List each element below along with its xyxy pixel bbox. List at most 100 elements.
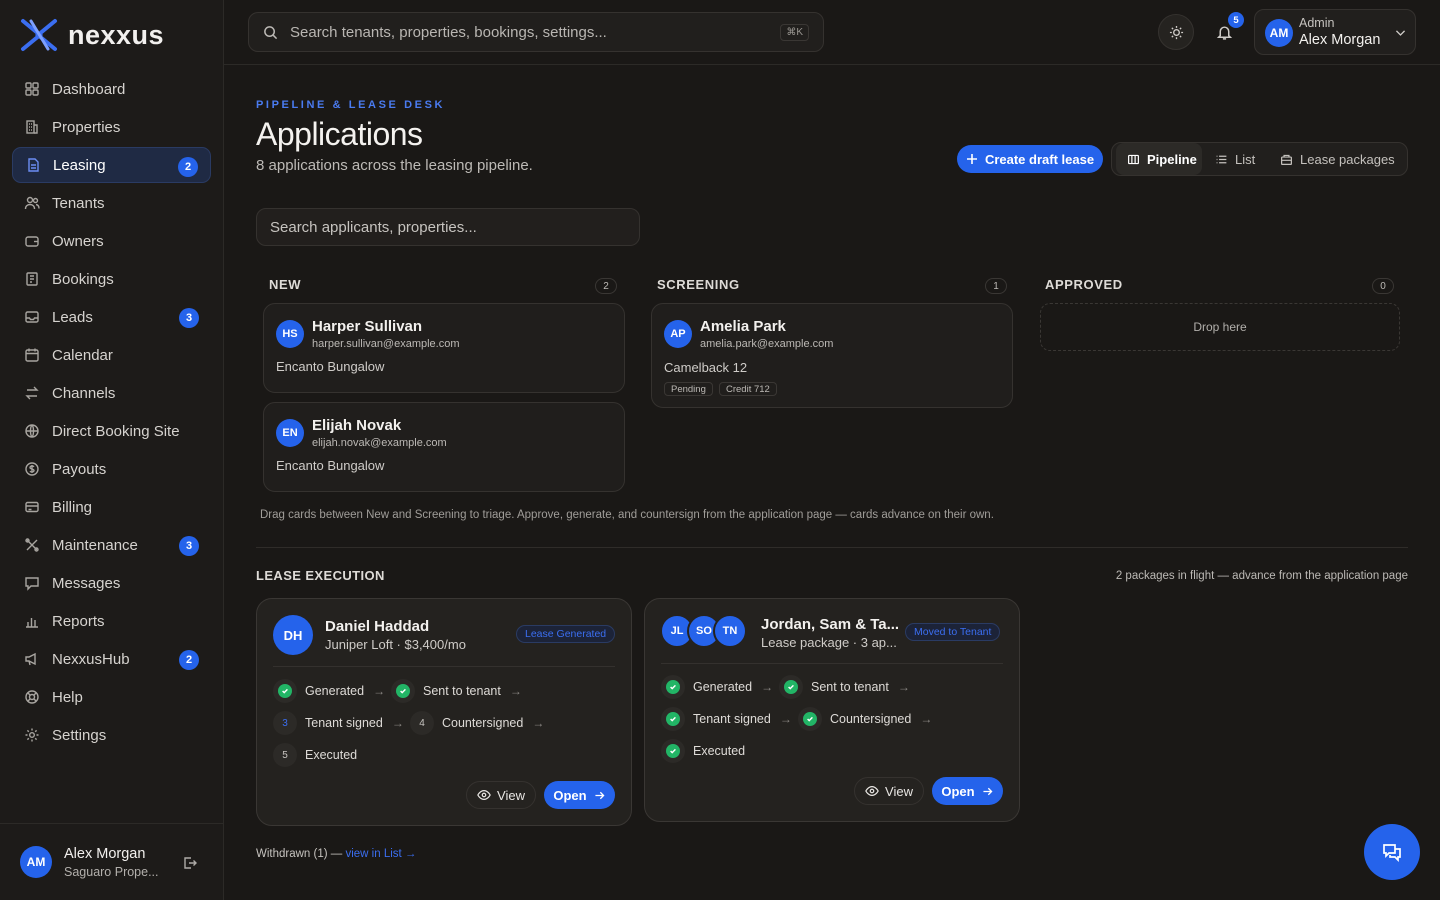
view-in-list-link[interactable]: view in List → (345, 848, 416, 860)
check-icon (784, 680, 798, 694)
sidebar-user[interactable]: AM Alex Morgan Saguaro Prope... (0, 823, 224, 900)
top-bar: Search tenants, properties, bookings, se… (224, 0, 1440, 65)
count-badge: 2 (179, 650, 199, 670)
arrow-right-icon: → (920, 712, 933, 726)
sidebar-item-settings[interactable]: Settings (12, 717, 211, 753)
count-badge: 2 (178, 157, 198, 177)
document-icon (25, 157, 41, 173)
notebook-icon (24, 271, 40, 287)
applicant-names: Jordan, Sam & Ta... (761, 616, 900, 633)
chat-support-button[interactable] (1364, 824, 1420, 880)
gear-icon (24, 727, 40, 743)
lease-package-card[interactable]: DH Daniel Haddad Juniper Loft · $3,400/m… (256, 598, 632, 826)
sidebar-item-billing[interactable]: Billing (12, 489, 211, 525)
tab-list[interactable]: List (1215, 143, 1275, 175)
arrow-right-icon: → (532, 716, 545, 730)
page-subtitle: 8 applications across the leasing pipeli… (256, 157, 533, 174)
drop-zone[interactable]: Drop here (1040, 303, 1400, 351)
view-button[interactable]: View (466, 781, 536, 809)
open-button[interactable]: Open (932, 777, 1003, 805)
avatar: AM (1265, 19, 1293, 47)
lease-package-card[interactable]: JL SO TN Jordan, Sam & Ta... Lease packa… (644, 598, 1020, 822)
sidebar-item-tenants[interactable]: Tenants (12, 185, 211, 221)
logout-icon[interactable] (182, 855, 198, 871)
avatar: AP (664, 320, 692, 348)
brand-logo[interactable]: nexxus (20, 18, 164, 52)
step-indicator (661, 707, 685, 731)
sidebar-item-label: Messages (52, 574, 121, 592)
sidebar-item-label: Help (52, 688, 83, 706)
eye-icon (477, 788, 491, 802)
step-executed: 5 Executed (273, 743, 357, 767)
application-card[interactable]: HS Harper Sullivan harper.sullivan@examp… (263, 303, 625, 393)
arrow-right-icon: → (509, 684, 522, 698)
sidebar-item-payouts[interactable]: Payouts (12, 451, 211, 487)
pipeline-hint: Drag cards between New and Screening to … (260, 509, 994, 521)
column-count: 0 (1372, 278, 1394, 294)
applicant-name: Daniel Haddad (325, 618, 430, 635)
sidebar-item-calendar[interactable]: Calendar (12, 337, 211, 373)
sidebar-item-leasing[interactable]: Leasing 2 (12, 147, 211, 183)
notifications-button[interactable]: 5 (1206, 12, 1244, 50)
sidebar-item-label: Tenants (52, 194, 105, 212)
search-placeholder: Search applicants, properties... (270, 218, 477, 236)
sidebar-item-leads[interactable]: Leads 3 (12, 299, 211, 335)
step-label: Tenant signed (693, 712, 771, 726)
credit-tag: Credit 712 (719, 382, 777, 396)
count-badge: 3 (179, 308, 199, 328)
check-icon (396, 684, 410, 698)
tab-label: List (1235, 151, 1256, 167)
check-icon (666, 680, 680, 694)
sidebar-item-label: Channels (52, 384, 116, 402)
step-label: Sent to tenant (811, 680, 889, 694)
sidebar-item-properties[interactable]: Properties (12, 109, 211, 145)
page-title: Applications (256, 116, 423, 152)
theme-toggle-button[interactable] (1158, 14, 1194, 50)
step-indicator (779, 675, 803, 699)
application-card[interactable]: AP Amelia Park amelia.park@example.com C… (651, 303, 1013, 408)
step-indicator (391, 679, 415, 703)
sidebar-nav: Dashboard Properties Leasing 2 Tenants Ow… (12, 71, 211, 755)
wallet-icon (24, 233, 40, 249)
building-icon (24, 119, 40, 135)
global-search-input[interactable]: Search tenants, properties, bookings, se… (248, 12, 824, 52)
nexxus-logo-icon (20, 18, 58, 52)
step-indicator (273, 679, 297, 703)
sidebar-item-nexxushub[interactable]: NexxusHub 2 (12, 641, 211, 677)
sidebar-item-dashboard[interactable]: Dashboard (12, 71, 211, 107)
sidebar-item-direct-booking-site[interactable]: Direct Booking Site (12, 413, 211, 449)
sidebar-item-owners[interactable]: Owners (12, 223, 211, 259)
megaphone-icon (24, 651, 40, 667)
sidebar-item-label: Leasing (53, 156, 106, 174)
open-label: Open (553, 787, 587, 803)
column-count: 1 (985, 278, 1007, 294)
wrench-icon (24, 537, 40, 553)
open-button[interactable]: Open (544, 781, 615, 809)
sidebar-item-messages[interactable]: Messages (12, 565, 211, 601)
open-label: Open (941, 783, 975, 799)
tab-lease-packages[interactable]: Lease packages (1280, 143, 1404, 175)
sidebar-item-maintenance[interactable]: Maintenance 3 (12, 527, 211, 563)
avatar: EN (276, 419, 304, 447)
application-card[interactable]: EN Elijah Novak elijah.novak@example.com… (263, 402, 625, 492)
column-title: NEW (269, 277, 302, 292)
page-eyebrow: PIPELINE & LEASE DESK (256, 99, 446, 111)
arrow-right-icon: → (779, 712, 792, 726)
applicant-name: Amelia Park (700, 318, 786, 335)
sidebar-item-label: Owners (52, 232, 104, 250)
sidebar-item-label: Leads (52, 308, 93, 326)
applicant-search-input[interactable]: Search applicants, properties... (256, 208, 640, 246)
sidebar-item-reports[interactable]: Reports (12, 603, 211, 639)
sidebar-item-bookings[interactable]: Bookings (12, 261, 211, 297)
withdrawn-note: Withdrawn (1) — view in List → (256, 848, 416, 860)
tab-pipeline[interactable]: Pipeline (1116, 143, 1202, 175)
step-indicator: 3 (273, 711, 297, 735)
column-title: SCREENING (657, 277, 740, 292)
sidebar-item-label: Properties (52, 118, 121, 136)
create-draft-lease-button[interactable]: Create draft lease (957, 145, 1103, 173)
view-button[interactable]: View (854, 777, 924, 805)
user-menu-button[interactable]: AM Admin Alex Morgan (1254, 9, 1416, 55)
avatar: TN (713, 614, 747, 648)
sidebar-item-channels[interactable]: Channels (12, 375, 211, 411)
sidebar-item-help[interactable]: Help (12, 679, 211, 715)
